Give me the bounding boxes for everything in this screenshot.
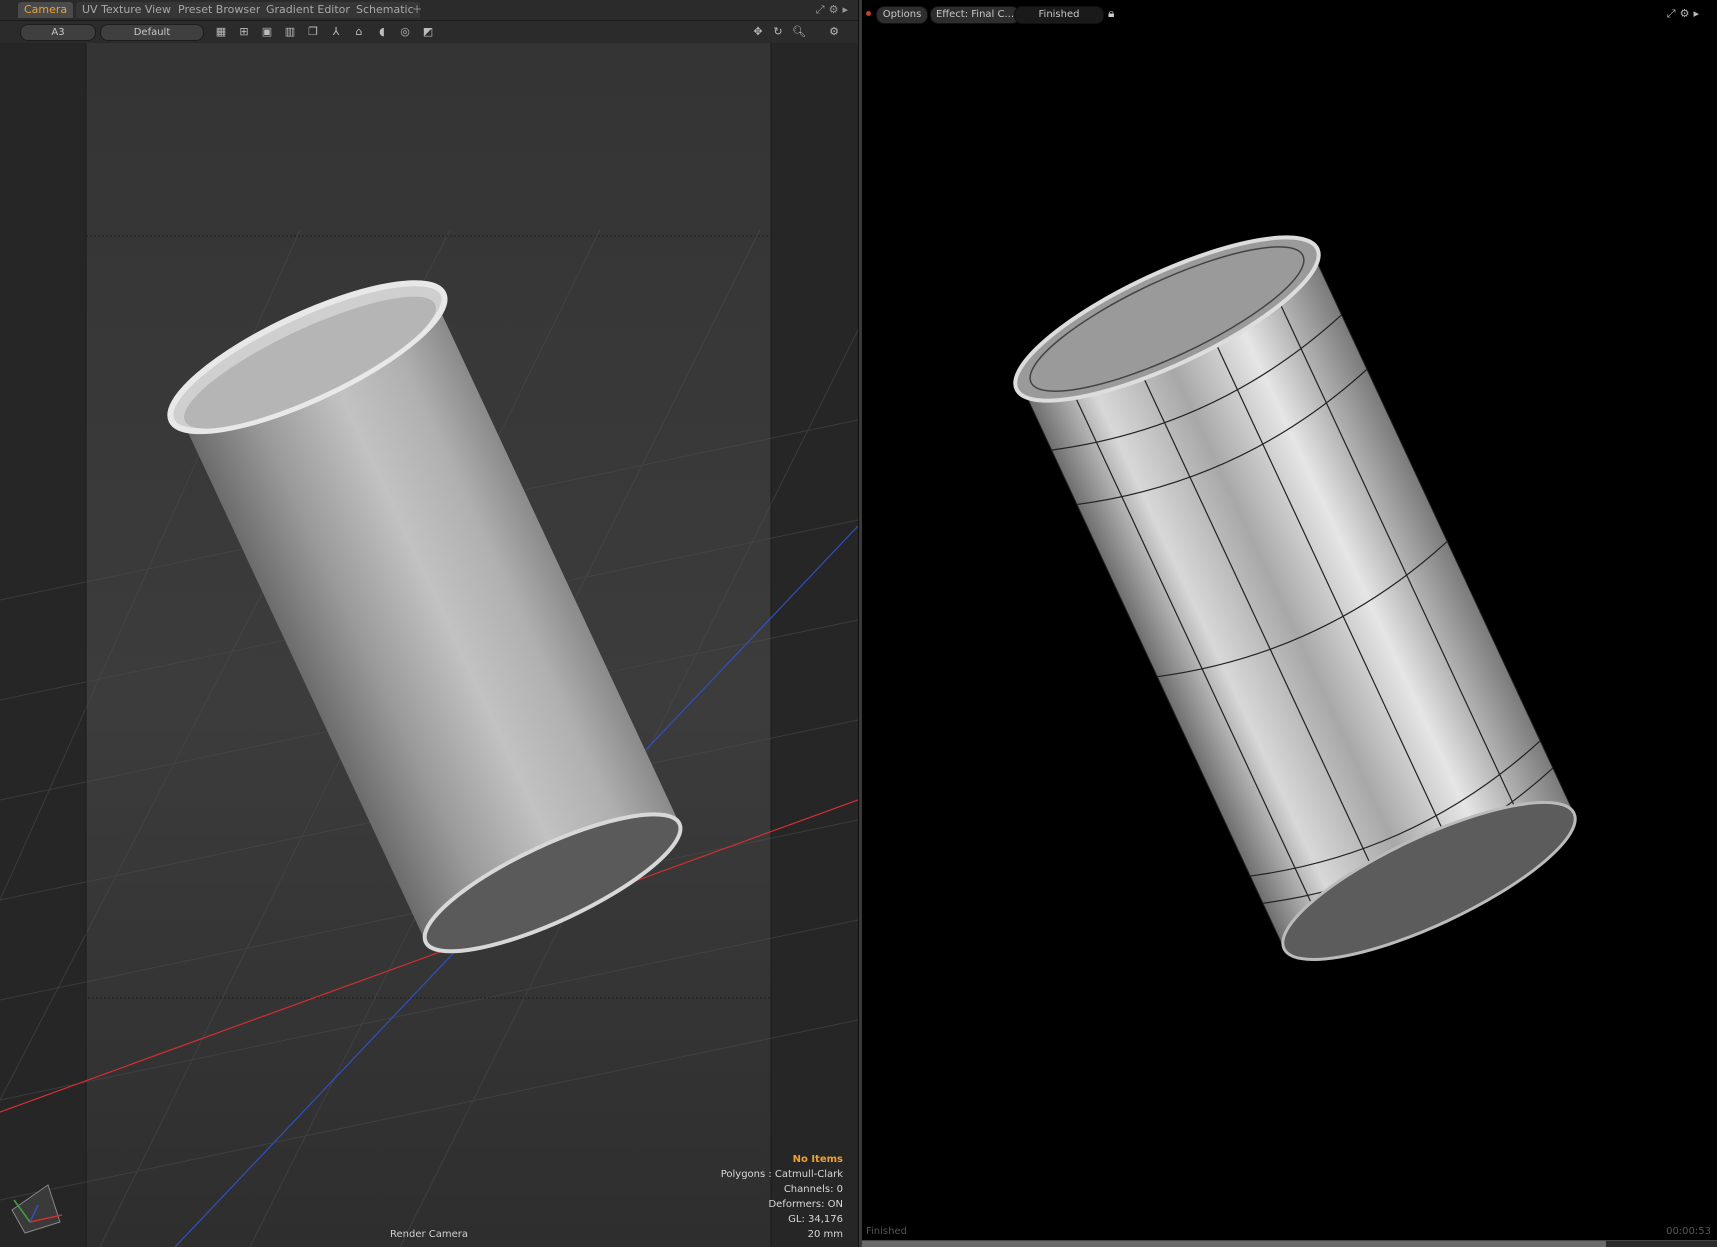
3d-viewport[interactable] <box>0 43 858 1247</box>
record-dot-icon <box>866 11 871 16</box>
viewport-gear-icon[interactable]: ⚙ <box>826 24 842 40</box>
render-camera-label: Render Camera <box>390 1229 469 1240</box>
layers-icon[interactable]: ❐ <box>305 24 321 40</box>
brush-icon[interactable]: ◖ <box>374 24 390 40</box>
render-elapsed-time: 00:00:53 <box>1666 1226 1711 1237</box>
right-mask <box>771 43 858 1247</box>
render-panel-icons: ⤢⚙▸ <box>1667 7 1703 21</box>
hud-channels: Channels: 0 <box>783 1184 843 1195</box>
gear-icon[interactable]: ⚙ <box>829 3 843 16</box>
tab-gradient-editor[interactable]: Gradient Editor <box>260 2 356 18</box>
render-canvas[interactable] <box>862 26 1717 1216</box>
tab-schematic[interactable]: Schematic <box>350 2 420 18</box>
zoom-icon[interactable]: 🔍︎ <box>791 24 807 40</box>
move-icon[interactable]: ✥ <box>750 24 766 40</box>
tab-camera[interactable]: Camera <box>18 2 74 18</box>
tab-bar: Camera UV Texture View Preset Browser Gr… <box>0 0 858 21</box>
lock-icon[interactable]: 🔒︎ <box>1108 6 1114 21</box>
hud-focal-length: 20 mm <box>807 1229 843 1240</box>
box-icon[interactable]: ▣ <box>259 24 275 40</box>
render-preview-panel: Options Effect: Final C... Finished 🔒︎ ⤢… <box>862 0 1717 1247</box>
mesh-icon[interactable]: ◎ <box>397 24 413 40</box>
render-progress-bar <box>862 1240 1717 1247</box>
render-toolbar: Options Effect: Final C... Finished 🔒︎ ⤢… <box>862 4 1717 26</box>
tab-uv-texture-view[interactable]: UV Texture View <box>76 2 177 18</box>
lines-icon[interactable]: ▥ <box>282 24 298 40</box>
hud-selection: No Items <box>792 1154 843 1165</box>
render-status-text: Finished <box>866 1226 907 1237</box>
grid-icon[interactable]: ⊞ <box>236 24 252 40</box>
effect-dropdown[interactable]: Effect: Final C... <box>930 6 1020 24</box>
viewport-toolbar: A3 Default ▦ ⊞ ▣ ▥ ❐ ⅄ ⌂ ◖ ◎ ◩ ✥ ↻ 🔍︎ ⚙ <box>0 21 858 43</box>
add-tab-button[interactable]: + <box>412 2 422 16</box>
left-viewport-panel: Camera UV Texture View Preset Browser Gr… <box>0 0 858 1247</box>
hud-gl: GL: 34,176 <box>788 1214 843 1225</box>
shading-preset-dropdown[interactable]: Default <box>100 24 204 41</box>
checker-icon[interactable]: ▦ <box>213 24 229 40</box>
wire-icon[interactable]: ◩ <box>420 24 436 40</box>
tab-preset-browser[interactable]: Preset Browser <box>172 2 267 18</box>
render-status-pill: Finished <box>1014 6 1104 24</box>
left-mask <box>0 43 86 1247</box>
arrow-right-icon[interactable]: ▸ <box>842 3 852 16</box>
hud-deformers: Deformers: ON <box>768 1199 843 1210</box>
maximize-icon[interactable]: ⤢ <box>816 3 829 16</box>
render-gear-icon[interactable]: ⚙ <box>1680 7 1694 20</box>
hud-polygons: Polygons : Catmull-Clark <box>720 1169 843 1180</box>
render-maximize-icon[interactable]: ⤢ <box>1667 7 1680 20</box>
render-arrow-icon[interactable]: ▸ <box>1693 7 1703 20</box>
view-preset-dropdown[interactable]: A3 <box>20 24 96 41</box>
tabbar-icons: ⤢⚙▸ <box>816 3 852 17</box>
render-progress-fill <box>862 1241 1606 1247</box>
axis-icon[interactable]: ⅄ <box>328 24 344 40</box>
options-button[interactable]: Options <box>876 6 928 24</box>
viewport-canvas[interactable] <box>0 43 858 1247</box>
lights-icon[interactable]: ⌂ <box>351 24 367 40</box>
rotate-icon[interactable]: ↻ <box>770 24 786 40</box>
rendered-cylinder <box>1013 235 1577 961</box>
